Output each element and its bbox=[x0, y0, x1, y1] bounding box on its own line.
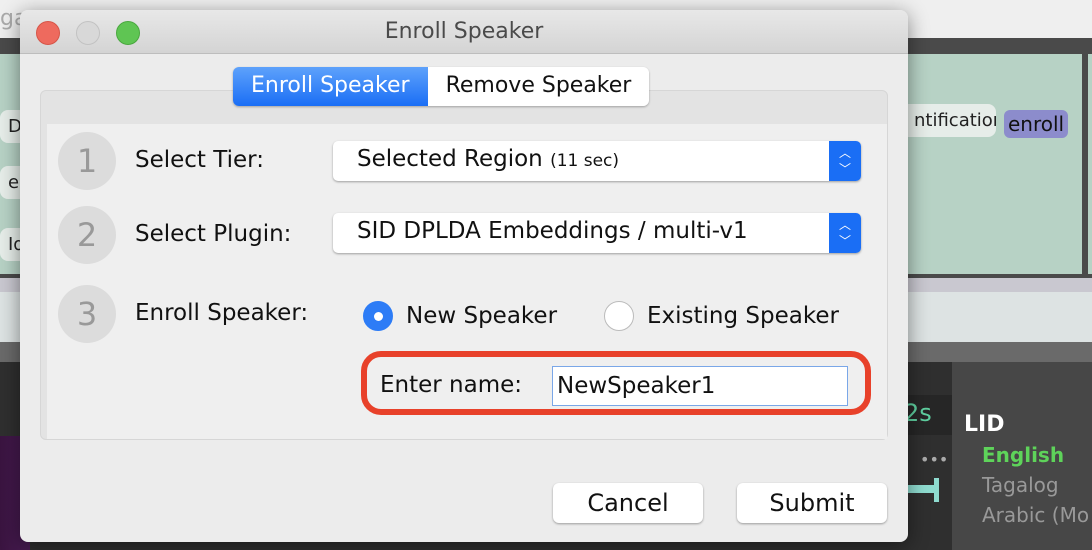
plugin-select[interactable]: SID DPLDA Embeddings / multi-v1 ︿ ﹀ bbox=[333, 213, 861, 253]
tab-bar: Enroll Speaker Remove Speaker bbox=[233, 67, 650, 106]
enroll-speaker-label: Enroll Speaker: bbox=[135, 300, 309, 326]
enroll-tag[interactable]: enroll bbox=[1004, 110, 1069, 138]
lid-item[interactable]: Arabic (Mo bbox=[964, 503, 1092, 527]
lid-item[interactable]: English bbox=[964, 443, 1092, 467]
dialog-title: Enroll Speaker bbox=[384, 19, 544, 44]
enter-name-label: Enter name: bbox=[380, 372, 523, 398]
region-handle[interactable] bbox=[934, 478, 939, 502]
select-plugin-label: Select Plugin: bbox=[135, 221, 292, 247]
lid-item[interactable]: Tagalog bbox=[964, 473, 1092, 497]
chevron-updown-icon: ︿ ﹀ bbox=[829, 141, 861, 181]
more-icon[interactable]: ••• bbox=[920, 450, 948, 469]
lid-panel: LID English Tagalog Arabic (Mo bbox=[952, 362, 1092, 550]
new-speaker-radio[interactable] bbox=[363, 301, 393, 331]
submit-button[interactable]: Submit bbox=[737, 483, 887, 523]
select-tier-label: Select Tier: bbox=[135, 147, 264, 173]
tab-remove-speaker[interactable]: Remove Speaker bbox=[427, 67, 650, 106]
cancel-button[interactable]: Cancel bbox=[553, 483, 703, 523]
enroll-speaker-dialog: Enroll Speaker Enroll Speaker Remove Spe… bbox=[20, 10, 908, 542]
tab-enroll-speaker[interactable]: Enroll Speaker bbox=[233, 67, 428, 106]
chevron-updown-icon: ︿ ﹀ bbox=[829, 213, 861, 253]
existing-speaker-radio[interactable] bbox=[604, 301, 634, 331]
lid-title: LID bbox=[964, 412, 1005, 437]
tier-select[interactable]: Selected Region (11 sec) ︿ ﹀ bbox=[333, 141, 861, 181]
title-bar: Enroll Speaker bbox=[20, 10, 908, 54]
step-number: 3 bbox=[58, 285, 116, 343]
existing-speaker-label[interactable]: Existing Speaker bbox=[647, 303, 839, 329]
tier-duration: (11 sec) bbox=[550, 151, 620, 171]
step-number: 1 bbox=[58, 132, 116, 190]
speaker-name-input[interactable] bbox=[552, 366, 848, 406]
tier-value: Selected Region bbox=[357, 146, 543, 172]
new-speaker-label[interactable]: New Speaker bbox=[406, 303, 557, 329]
step-number: 2 bbox=[58, 206, 116, 264]
plugin-value: SID DPLDA Embeddings / multi-v1 bbox=[357, 218, 748, 244]
panel-label: ntification bbox=[900, 104, 996, 137]
